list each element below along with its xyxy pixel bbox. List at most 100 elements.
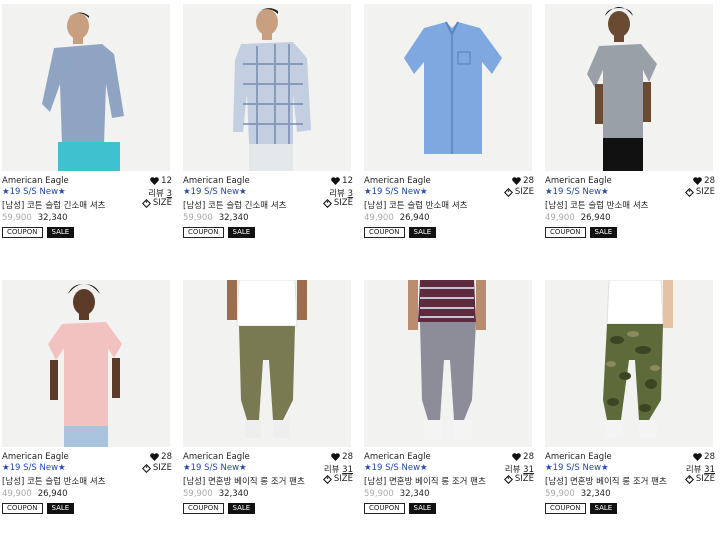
coupon-badge: COUPON — [364, 227, 405, 238]
product-name[interactable]: [남성] 면혼방 베이직 롱 조거 팬츠 — [183, 475, 305, 487]
size-button[interactable]: SIZE — [141, 463, 172, 473]
product-tagline: ★19 S/S New★ — [2, 463, 66, 473]
product-card[interactable]: American Eagle ★19 S/S New★ [남성] 코튼 슬럽 긴… — [183, 4, 353, 241]
size-button[interactable]: SIZE — [503, 187, 534, 197]
original-price: 59,900 — [183, 213, 213, 223]
product-tagline: ★19 S/S New★ — [545, 187, 609, 197]
product-image[interactable] — [364, 280, 532, 447]
product-name[interactable]: [남성] 코튼 슬럽 긴소매 셔츠 — [183, 199, 286, 211]
heart-icon — [331, 453, 340, 461]
original-price: 59,900 — [545, 489, 575, 499]
heart-icon — [150, 453, 159, 461]
sale-badge: SALE — [227, 503, 256, 514]
original-price: 59,900 — [183, 489, 213, 499]
product-image[interactable] — [183, 280, 351, 447]
size-label: SIZE — [152, 463, 172, 473]
size-label: SIZE — [333, 198, 353, 208]
brand-name[interactable]: American Eagle — [183, 176, 250, 186]
size-tag-icon — [503, 474, 513, 484]
sale-price: 32,340 — [399, 489, 430, 499]
coupon-badge: COUPON — [183, 503, 224, 514]
product-card[interactable]: American Eagle ★19 S/S New★ [남성] 면혼방 베이직… — [364, 280, 534, 517]
size-tag-icon — [141, 198, 151, 208]
product-image[interactable] — [2, 4, 170, 171]
like-button[interactable]: 28 — [331, 452, 353, 462]
like-button[interactable]: 12 — [331, 176, 353, 186]
coupon-badge: COUPON — [545, 227, 586, 238]
product-image[interactable] — [545, 280, 713, 447]
sale-price: 26,940 — [399, 213, 430, 223]
like-count: 28 — [342, 452, 353, 462]
product-image[interactable] — [545, 4, 713, 171]
like-button[interactable]: 28 — [512, 452, 534, 462]
product-card[interactable]: American Eagle ★19 S/S New★ [남성] 코튼 슬럽 긴… — [2, 4, 172, 241]
like-button[interactable]: 28 — [693, 452, 715, 462]
like-button[interactable]: 12 — [150, 176, 172, 186]
like-button[interactable]: 28 — [150, 452, 172, 462]
like-button[interactable]: 28 — [693, 176, 715, 186]
size-tag-icon — [322, 198, 332, 208]
brand-name[interactable]: American Eagle — [545, 176, 612, 186]
size-label: SIZE — [514, 187, 534, 197]
product-card[interactable]: American Eagle ★19 S/S New★ [남성] 면혼방 베이직… — [183, 280, 353, 517]
product-name[interactable]: [남성] 코튼 슬럽 반소매 셔츠 — [545, 199, 648, 211]
sale-price: 26,940 — [580, 213, 611, 223]
size-button[interactable]: SIZE — [684, 187, 715, 197]
like-count: 28 — [704, 452, 715, 462]
sale-price: 32,340 — [580, 489, 611, 499]
sale-badge: SALE — [408, 503, 437, 514]
size-button[interactable]: SIZE — [141, 198, 172, 208]
brand-name[interactable]: American Eagle — [364, 176, 431, 186]
original-price: 59,900 — [2, 213, 32, 223]
size-label: SIZE — [514, 474, 534, 484]
sale-badge: SALE — [589, 227, 618, 238]
size-label: SIZE — [152, 198, 172, 208]
brand-name[interactable]: American Eagle — [183, 452, 250, 462]
size-button[interactable]: SIZE — [322, 198, 353, 208]
sale-price: 26,940 — [37, 489, 68, 499]
brand-name[interactable]: American Eagle — [364, 452, 431, 462]
product-card[interactable]: American Eagle ★19 S/S New★ [남성] 코튼 슬럽 반… — [545, 4, 715, 241]
size-button[interactable]: SIZE — [684, 474, 715, 484]
size-button[interactable]: SIZE — [503, 474, 534, 484]
original-price: 49,900 — [364, 213, 394, 223]
sale-badge: SALE — [46, 503, 75, 514]
coupon-badge: COUPON — [364, 503, 405, 514]
product-card[interactable]: American Eagle ★19 S/S New★ [남성] 면혼방 베이직… — [545, 280, 715, 517]
product-name[interactable]: [남성] 코튼 슬럽 반소매 셔츠 — [364, 199, 467, 211]
product-card[interactable]: American Eagle ★19 S/S New★ [남성] 코튼 슬럽 반… — [2, 280, 172, 517]
heart-icon — [512, 453, 521, 461]
product-image[interactable] — [183, 4, 351, 171]
brand-name[interactable]: American Eagle — [545, 452, 612, 462]
product-name[interactable]: [남성] 면혼방 베이직 롱 조거 팬츠 — [545, 475, 667, 487]
coupon-badge: COUPON — [545, 503, 586, 514]
product-image[interactable] — [2, 280, 170, 447]
size-label: SIZE — [695, 474, 715, 484]
product-name[interactable]: [남성] 면혼방 베이직 롱 조거 팬츠 — [364, 475, 486, 487]
size-tag-icon — [684, 187, 694, 197]
brand-name[interactable]: American Eagle — [2, 452, 69, 462]
heart-icon — [512, 177, 521, 185]
product-name[interactable]: [남성] 코튼 슬럽 반소매 셔츠 — [2, 475, 105, 487]
product-card[interactable]: American Eagle ★19 S/S New★ [남성] 코튼 슬럽 반… — [364, 4, 534, 241]
size-button[interactable]: SIZE — [322, 474, 353, 484]
size-label: SIZE — [333, 474, 353, 484]
original-price: 49,900 — [2, 489, 32, 499]
sale-badge: SALE — [408, 227, 437, 238]
sale-badge: SALE — [589, 503, 618, 514]
sale-price: 32,340 — [37, 213, 68, 223]
like-count: 28 — [161, 452, 172, 462]
product-image[interactable] — [364, 4, 532, 171]
product-tagline: ★19 S/S New★ — [364, 187, 428, 197]
like-count: 28 — [523, 452, 534, 462]
sale-badge: SALE — [46, 227, 75, 238]
brand-name[interactable]: American Eagle — [2, 176, 69, 186]
size-tag-icon — [684, 474, 694, 484]
product-name[interactable]: [남성] 코튼 슬럽 긴소매 셔츠 — [2, 199, 105, 211]
sale-badge: SALE — [227, 227, 256, 238]
like-button[interactable]: 28 — [512, 176, 534, 186]
like-count: 28 — [523, 176, 534, 186]
heart-icon — [693, 453, 702, 461]
size-tag-icon — [322, 474, 332, 484]
original-price: 59,900 — [364, 489, 394, 499]
